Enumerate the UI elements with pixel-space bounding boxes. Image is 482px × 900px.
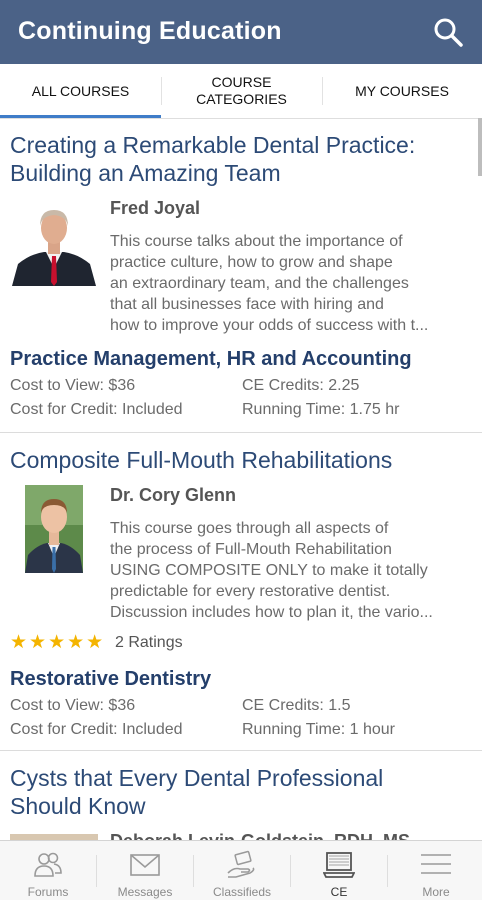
rating-stars: ★★★★★ <box>10 632 106 653</box>
laptop-icon <box>323 852 355 878</box>
tab-my-courses[interactable]: MY COURSES <box>322 64 482 118</box>
ce-credits: CE Credits: 2.25 <box>242 377 360 394</box>
bottom-navigation: Forums Messages Classifieds CE More <box>0 840 482 900</box>
menu-icon <box>421 854 451 874</box>
envelope-icon <box>130 854 160 876</box>
tab-course-categories[interactable]: COURSE CATEGORIES <box>161 64 322 118</box>
tab-label: ALL COURSES <box>31 82 130 99</box>
course-description: This course goes through all aspects of … <box>110 520 433 621</box>
instructor-photo <box>10 198 98 286</box>
course-description: This course talks about the importance o… <box>110 233 429 334</box>
running-time: Running Time: 1 hour <box>242 721 395 738</box>
nav-label: Messages <box>117 885 173 899</box>
course-title[interactable]: Cysts that Every Dental Professional Sho… <box>10 764 470 820</box>
nav-ce[interactable]: CE <box>291 841 387 900</box>
ratings-count: 2 Ratings <box>115 634 183 651</box>
hand-money-icon <box>227 850 255 878</box>
ce-credits: CE Credits: 1.5 <box>242 697 351 714</box>
instructor-name: Deborah Levin-Goldstein, RDH, MS <box>110 831 410 840</box>
course-card[interactable]: Cysts that Every Dental Professional Sho… <box>0 751 482 840</box>
course-card[interactable]: Composite Full-Mouth Rehabilitations Dr.… <box>0 433 482 751</box>
nav-label: Classifieds <box>212 885 272 899</box>
tab-label: COURSE CATEGORIES <box>196 74 287 107</box>
tab-all-courses[interactable]: ALL COURSES <box>0 64 161 118</box>
nav-forums[interactable]: Forums <box>0 841 96 900</box>
course-card[interactable]: Creating a Remarkable Dental Practice: B… <box>0 118 482 433</box>
nav-label: Forums <box>27 885 69 899</box>
page-title: Continuing Education <box>18 17 282 45</box>
app-screen: Continuing Education ALL COURSES COURSE … <box>0 0 482 900</box>
nav-label: CE <box>330 885 348 899</box>
cost-to-view: Cost to View: $36 <box>10 377 136 394</box>
nav-messages[interactable]: Messages <box>97 841 193 900</box>
nav-label: More <box>422 885 450 899</box>
course-title[interactable]: Creating a Remarkable Dental Practice: B… <box>10 131 470 187</box>
course-list: Creating a Remarkable Dental Practice: B… <box>0 118 482 840</box>
course-category: Practice Management, HR and Accounting <box>10 348 412 370</box>
nav-more[interactable]: More <box>388 841 482 900</box>
app-header: Continuing Education <box>0 0 482 64</box>
course-category: Restorative Dentistry <box>10 668 212 690</box>
cost-for-credit: Cost for Credit: Included <box>10 401 183 418</box>
people-icon <box>34 852 62 877</box>
instructor-name: Dr. Cory Glenn <box>110 485 237 505</box>
course-title[interactable]: Composite Full-Mouth Rehabilitations <box>10 446 470 474</box>
instructor-photo <box>25 485 83 573</box>
cost-for-credit: Cost for Credit: Included <box>10 721 183 738</box>
tab-bar: ALL COURSES COURSE CATEGORIES MY COURSES <box>0 64 482 119</box>
running-time: Running Time: 1.75 hr <box>242 401 400 418</box>
instructor-name: Fred Joyal <box>110 198 201 218</box>
cost-to-view: Cost to View: $36 <box>10 697 136 714</box>
nav-classifieds[interactable]: Classifieds <box>194 841 290 900</box>
search-icon[interactable] <box>432 16 464 48</box>
tab-label: MY COURSES <box>355 82 449 99</box>
